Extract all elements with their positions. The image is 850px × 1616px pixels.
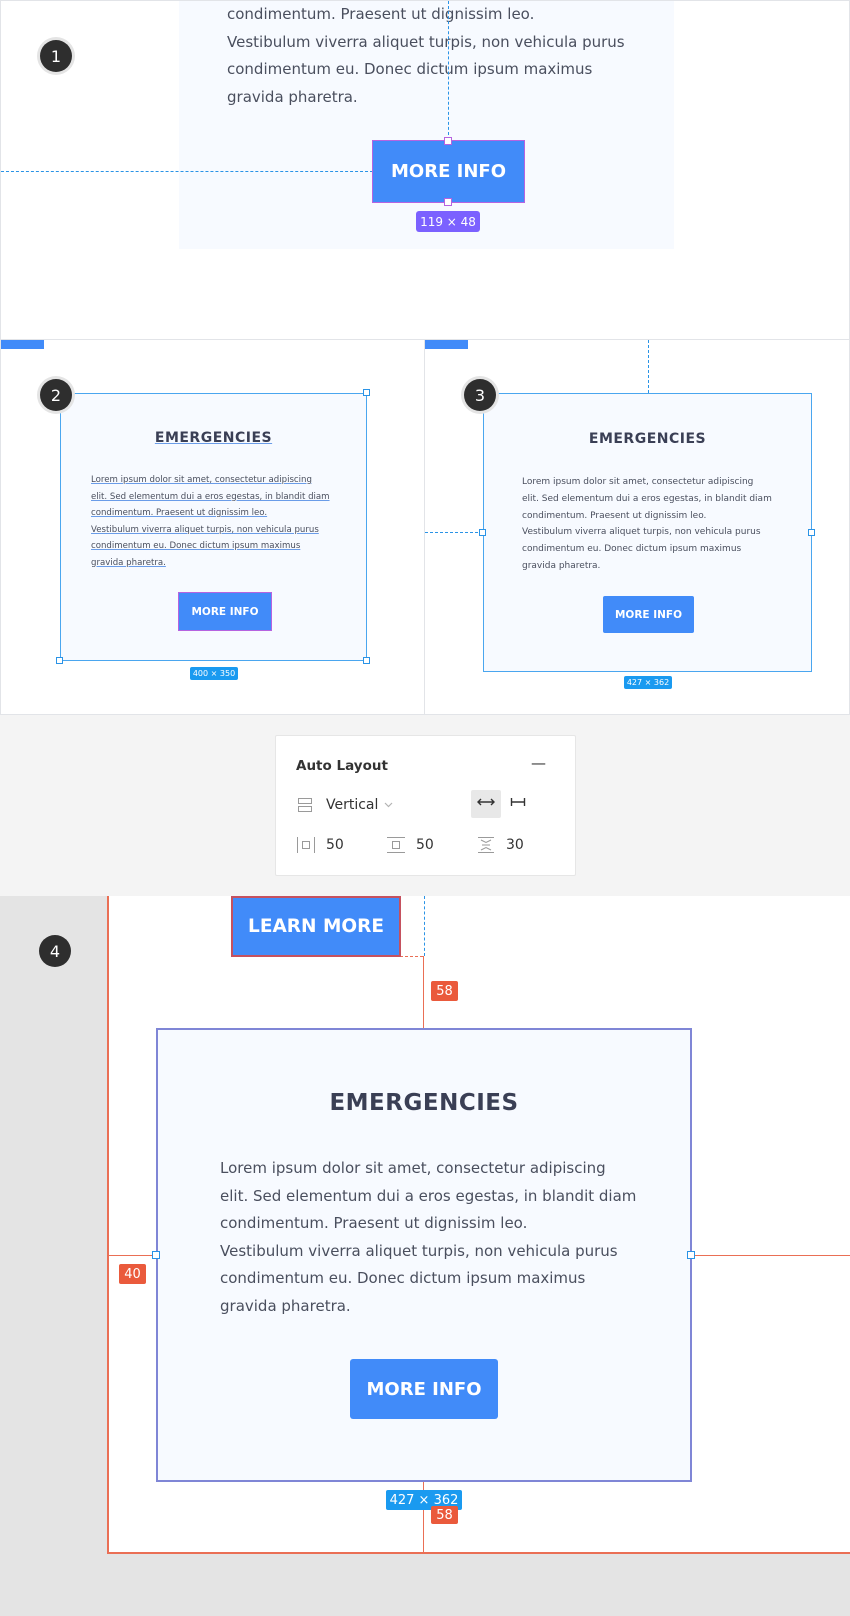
spacing-guide-right (691, 1255, 850, 1256)
paragraph-line: gravida pharetra. (91, 557, 166, 568)
resize-handle[interactable] (479, 529, 486, 536)
panel-4: LEARN MORE EMERGENCIES Lorem ipsum dolor… (0, 896, 850, 1616)
paragraph-line: condimentum. Praesent ut dignissim leo. (227, 5, 535, 23)
paragraph-line: Vestibulum viverra aliquet turpis, non v… (91, 524, 319, 535)
paragraph-line: Lorem ipsum dolor sit amet, consectetur … (522, 477, 754, 487)
card-paragraph: Lorem ipsum dolor sit amet, consectetur … (91, 472, 351, 571)
resize-hug-button[interactable] (471, 790, 501, 818)
card-title: EMERGENCIES (329, 1090, 519, 1116)
card-title: EMERGENCIES (588, 431, 707, 447)
step-badge: 2 (40, 379, 72, 411)
card-paragraph: condimentum. Praesent ut dignissim leo. … (227, 1, 667, 111)
paragraph-line: condimentum eu. Donec dictum ipsum maxim… (522, 544, 742, 555)
paragraph-line: Lorem ipsum dolor sit amet, consectetur … (91, 475, 312, 485)
panel-2: EMERGENCIES Lorem ipsum dolor sit amet, … (0, 339, 425, 715)
emergencies-card[interactable]: EMERGENCIES Lorem ipsum dolor sit amet, … (483, 393, 812, 672)
resize-handle[interactable] (444, 198, 452, 206)
resize-handle[interactable] (152, 1251, 160, 1259)
paragraph-line: gravida pharetra. (227, 87, 358, 106)
auto-layout-panel: Auto Layout — Vertical 50 50 30 (275, 735, 576, 876)
size-label: 400 × 350 (190, 667, 238, 680)
emergencies-card[interactable]: EMERGENCIES Lorem ipsum dolor sit amet, … (60, 393, 367, 661)
fixed-width-icon (510, 795, 526, 813)
resize-fixed-button[interactable] (503, 790, 533, 818)
panel-title: Auto Layout (296, 758, 388, 774)
paragraph-line: condimentum. Praesent ut dignissim leo. (91, 508, 268, 518)
emergencies-card[interactable]: EMERGENCIES Lorem ipsum dolor sit amet, … (156, 1028, 692, 1482)
distance-guide-vertical (448, 1, 449, 140)
vertical-layout-icon (297, 797, 313, 813)
vertical-padding-icon (386, 836, 406, 859)
spacing-guide-dash (400, 956, 423, 957)
paragraph-line: Vestibulum viverra aliquet turpis, non v… (522, 527, 761, 538)
card-title: EMERGENCIES (154, 430, 273, 446)
more-info-button[interactable]: MORE INFO (603, 596, 694, 633)
more-info-button[interactable]: MORE INFO (350, 1359, 498, 1419)
paragraph-line: condimentum eu. Donec dictum ipsum maxim… (220, 1269, 586, 1287)
direction-select[interactable]: Vertical (326, 796, 393, 814)
resize-handle[interactable] (56, 657, 63, 664)
paragraph-line: Vestibulum viverra aliquet turpis, non v… (227, 32, 625, 51)
size-label: 119 × 48 (416, 211, 480, 232)
frame-tab (1, 340, 44, 349)
paragraph-line: elit. Sed elementum dui a eros egestas, … (522, 493, 772, 504)
chevron-down-icon (384, 796, 393, 814)
horizontal-arrows-icon (477, 795, 495, 813)
auto-layout-section: Auto Layout — Vertical 50 50 30 (0, 715, 850, 896)
distance-guide-vertical (648, 340, 649, 393)
frame-edge-left (107, 896, 109, 1553)
paragraph-line: elit. Sed elementum dui a eros egestas, … (220, 1186, 637, 1205)
distance-guide-horizontal (425, 532, 483, 533)
frame-tab (425, 340, 468, 349)
card-paragraph: Lorem ipsum dolor sit amet, consectetur … (522, 474, 802, 575)
paragraph-line: Vestibulum viverra aliquet turpis, non v… (220, 1241, 618, 1260)
horizontal-padding-icon (296, 836, 316, 859)
step-badge: 4 (39, 935, 71, 967)
card-paragraph: Lorem ipsum dolor sit amet, consectetur … (220, 1155, 660, 1320)
step-badge: 3 (464, 379, 496, 411)
paragraph-line: condimentum. Praesent ut dignissim leo. (220, 1214, 528, 1232)
paragraph-line: condimentum eu. Donec dictum ipsum maxim… (91, 541, 301, 551)
panel-3: EMERGENCIES Lorem ipsum dolor sit amet, … (424, 339, 850, 715)
paragraph-line: Lorem ipsum dolor sit amet, consectetur … (220, 1159, 606, 1177)
step-badge: 1 (40, 40, 72, 72)
vertical-padding-input[interactable]: 50 (416, 837, 434, 853)
paragraph-line: condimentum. Praesent ut dignissim leo. (522, 510, 707, 521)
horizontal-padding-input[interactable]: 50 (326, 837, 344, 853)
resize-handle[interactable] (808, 529, 815, 536)
spacing-label-bottom: 58 (431, 1506, 458, 1524)
resize-handle[interactable] (444, 137, 452, 145)
more-info-button[interactable]: MORE INFO (178, 592, 272, 631)
panel-1: condimentum. Praesent ut dignissim leo. … (0, 0, 850, 340)
item-spacing-icon (476, 836, 496, 859)
resize-handle[interactable] (363, 657, 370, 664)
item-spacing-input[interactable]: 30 (506, 837, 524, 853)
resize-handle[interactable] (363, 389, 370, 396)
distance-guide-horizontal (1, 171, 373, 172)
more-info-button[interactable]: MORE INFO (372, 140, 525, 203)
paragraph-line: gravida pharetra. (220, 1296, 351, 1315)
paragraph-line: condimentum eu. Donec dictum ipsum maxim… (227, 60, 593, 78)
paragraph-line: elit. Sed elementum dui a eros egestas, … (91, 491, 330, 502)
learn-more-button[interactable]: LEARN MORE (231, 896, 401, 957)
spacing-guide-left (108, 1255, 156, 1256)
frame-edge-bottom (107, 1552, 850, 1554)
resize-handle[interactable] (687, 1251, 695, 1259)
remove-auto-layout-button[interactable]: — (531, 754, 546, 772)
distance-guide-vertical (424, 896, 425, 956)
size-label: 427 × 362 (624, 676, 672, 689)
spacing-label-top: 58 (431, 981, 458, 1001)
direction-value: Vertical (326, 797, 379, 813)
spacing-label-left: 40 (119, 1264, 146, 1284)
paragraph-line: gravida pharetra. (522, 560, 601, 571)
